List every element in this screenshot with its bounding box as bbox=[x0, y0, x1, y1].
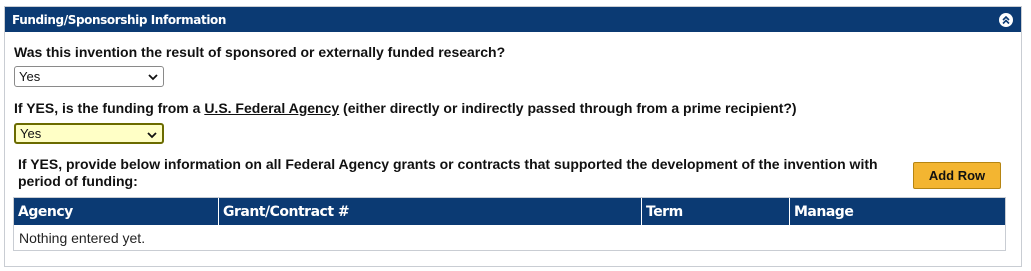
double-chevron-up-icon[interactable] bbox=[999, 12, 1013, 27]
federal-agency-link[interactable]: U.S. Federal Agency bbox=[204, 100, 339, 116]
sponsored-research-select-value: Yes bbox=[19, 69, 41, 84]
column-header-grant-contract[interactable]: Grant/Contract # bbox=[219, 198, 642, 225]
grants-table-header: Agency Grant/Contract # Term Manage bbox=[14, 198, 1005, 225]
panel-header: Funding/Sponsorship Information bbox=[5, 7, 1021, 32]
question-federal-agency-suffix: (either directly or indirectly passed th… bbox=[339, 100, 797, 116]
panel-title: Funding/Sponsorship Information bbox=[12, 12, 227, 27]
federal-agency-select-value: Yes bbox=[20, 126, 42, 141]
grants-instructions: If YES, provide below information on all… bbox=[18, 156, 878, 189]
column-header-term[interactable]: Term bbox=[642, 198, 790, 225]
sponsored-research-select[interactable]: Yes bbox=[14, 66, 164, 87]
question-federal-agency: If YES, is the funding from a U.S. Feder… bbox=[14, 100, 797, 116]
question-sponsored-research: Was this invention the result of sponsor… bbox=[14, 44, 506, 60]
column-header-agency[interactable]: Agency bbox=[14, 198, 219, 225]
column-header-manage: Manage bbox=[794, 203, 854, 220]
federal-agency-select[interactable]: Yes bbox=[14, 123, 164, 144]
grants-table-empty-message: Nothing entered yet. bbox=[19, 229, 146, 246]
grants-table: Agency Grant/Contract # Term Manage Noth… bbox=[13, 197, 1006, 251]
chevron-down-icon bbox=[147, 132, 157, 139]
chevron-down-icon bbox=[148, 74, 158, 81]
question-federal-agency-prefix: If YES, is the funding from a bbox=[14, 100, 205, 116]
add-row-button[interactable]: Add Row bbox=[913, 162, 1001, 189]
